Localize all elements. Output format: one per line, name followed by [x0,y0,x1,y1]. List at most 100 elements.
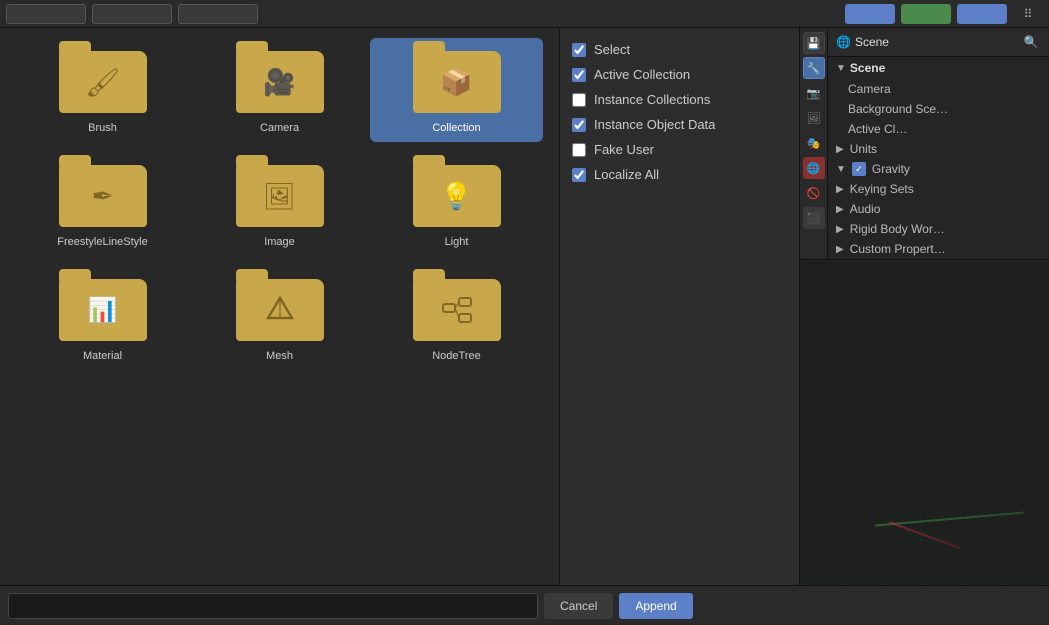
audio-label: Audio [850,202,881,216]
gravity-row[interactable]: ▼ ✓ Gravity [828,159,1049,179]
folder-item-collection[interactable]: 📦 Collection [370,38,543,142]
scene-item-bg[interactable]: Background Sce… [828,99,1049,119]
cancel-button[interactable]: Cancel [544,593,613,619]
props-content: 🌐 Scene 🔍 ▼ Scene Camera Background Sce…… [828,28,1049,259]
fake-user-checkbox[interactable] [572,143,586,157]
folder-label-mesh: Mesh [266,350,293,362]
path-input[interactable] [8,593,538,619]
folder-label-light: Light [445,236,469,248]
folder-item-light[interactable]: 💡 Light [370,152,543,256]
scene-section-label: Scene [850,61,885,75]
units-header[interactable]: ▶ Units [828,139,1049,159]
folder-item-camera[interactable]: 🎥 Camera [193,38,366,142]
nodetree-icon [441,294,473,326]
view-layer-icon-btn[interactable]: 🎭 [803,132,825,154]
rigid-body-header[interactable]: ▶ Rigid Body Wor… [828,219,1049,239]
props-search-btn[interactable]: 🔍 [1021,32,1041,52]
option-row-fake-user[interactable]: Fake User [572,142,787,157]
folder-item-material[interactable]: 📊 Material [16,266,189,370]
chevron-right-rigid-icon: ▶ [836,224,844,235]
instance-collections-label: Instance Collections [594,92,710,107]
folder-item-image[interactable]: 🖼 Image [193,152,366,256]
object-icon-btn[interactable]: ⬛ [803,207,825,229]
instance-collections-checkbox[interactable] [572,93,586,107]
folder-label-image: Image [264,236,295,248]
scene-props-icon-btn[interactable]: 🌐 [803,157,825,179]
props-sidebar-icons: 💾 🔧 📷 🖼 🎭 🌐 🚫 ⬛ [800,28,828,259]
save-icon-btn[interactable]: 💾 [803,32,825,54]
folder-label-brush: Brush [88,122,117,134]
camera-icon: 🎥 [263,67,295,98]
options-panel: Select Active Collection Instance Collec… [560,28,800,585]
file-browser-panel: 🖌 Brush 🎥 Camera [0,28,560,585]
brush-icon: 🖌 [85,66,121,99]
folder-item-nodetree[interactable]: NodeTree [370,266,543,370]
folder-label-camera: Camera [260,122,299,134]
keying-sets-label: Keying Sets [850,182,914,196]
custom-props-header[interactable]: ▶ Custom Propert… [828,239,1049,259]
select-checkbox[interactable] [572,43,586,57]
chevron-down-gravity-icon: ▼ [836,164,846,175]
scene-item-active[interactable]: Active Cl… [828,119,1049,139]
audio-header[interactable]: ▶ Audio [828,199,1049,219]
chevron-right-audio-icon: ▶ [836,204,844,215]
folder-label-collection: Collection [432,122,480,134]
folder-item-mesh[interactable]: Mesh [193,266,366,370]
rigid-body-label: Rigid Body Wor… [850,222,945,236]
instance-object-data-label: Instance Object Data [594,117,715,132]
chevron-down-icon: ▼ [836,63,846,74]
scene-item-camera[interactable]: Camera [828,79,1049,99]
top-btn-1[interactable] [6,4,86,24]
freestyle-icon: ✒ [92,181,114,212]
top-btn-2[interactable] [92,4,172,24]
localize-all-checkbox[interactable] [572,168,586,182]
fake-user-label: Fake User [594,142,654,157]
folder-label-nodetree: NodeTree [432,350,481,362]
mesh-icon [264,294,296,326]
top-bar: ⠿ [0,0,1049,28]
gravity-checkbox[interactable]: ✓ [852,162,866,176]
file-browser-content: 🖌 Brush 🎥 Camera [0,28,559,585]
light-icon: 💡 [440,181,472,212]
top-btn-5[interactable] [901,4,951,24]
image-icon: 🖼 [263,181,296,212]
output-icon-btn[interactable]: 🖼 [803,107,825,129]
units-label: Units [850,142,877,156]
props-scene-icon: 🌐 [836,35,851,49]
folder-item-brush[interactable]: 🖌 Brush [16,38,189,142]
active-collection-checkbox[interactable] [572,68,586,82]
localize-all-label: Localize All [594,167,659,182]
option-row-localize-all[interactable]: Localize All [572,167,787,182]
append-button[interactable]: Append [619,593,692,619]
props-scene-header[interactable]: ▼ Scene [828,57,1049,79]
folder-label-material: Material [83,350,122,362]
folder-label-freestyle: FreestyleLineStyle [57,236,148,248]
folder-item-freestyle[interactable]: ✒ FreestyleLineStyle [16,152,189,256]
chevron-right-custom-icon: ▶ [836,244,844,255]
chevron-right-units-icon: ▶ [836,144,844,155]
chevron-right-keying-icon: ▶ [836,184,844,195]
instance-object-data-checkbox[interactable] [572,118,586,132]
top-btn-4[interactable] [845,4,895,24]
option-row-select[interactable]: Select [572,42,787,57]
option-row-instance-collections[interactable]: Instance Collections [572,92,787,107]
top-btn-3[interactable] [178,4,258,24]
wrench-icon-btn[interactable]: 🔧 [803,57,825,79]
properties-panel: 💾 🔧 📷 🖼 🎭 🌐 🚫 ⬛ 🌐 Scene [800,28,1049,260]
select-label: Select [594,42,630,57]
material-icon: 📊 [88,296,118,325]
bottom-bar: Cancel Append [0,585,1049,625]
grid-icon: ⠿ [1013,4,1043,24]
gravity-label: Gravity [872,162,910,176]
viewport-area [800,260,1049,585]
world-icon-btn[interactable]: 🚫 [803,182,825,204]
custom-props-label: Custom Propert… [850,242,946,256]
active-collection-label: Active Collection [594,67,690,82]
option-row-active-collection[interactable]: Active Collection [572,67,787,82]
top-btn-6[interactable] [957,4,1007,24]
collection-icon: 📦 [440,67,472,98]
props-scene-name: Scene [855,35,889,49]
keying-sets-header[interactable]: ▶ Keying Sets [828,179,1049,199]
option-row-instance-object-data[interactable]: Instance Object Data [572,117,787,132]
render-icon-btn[interactable]: 📷 [803,82,825,104]
